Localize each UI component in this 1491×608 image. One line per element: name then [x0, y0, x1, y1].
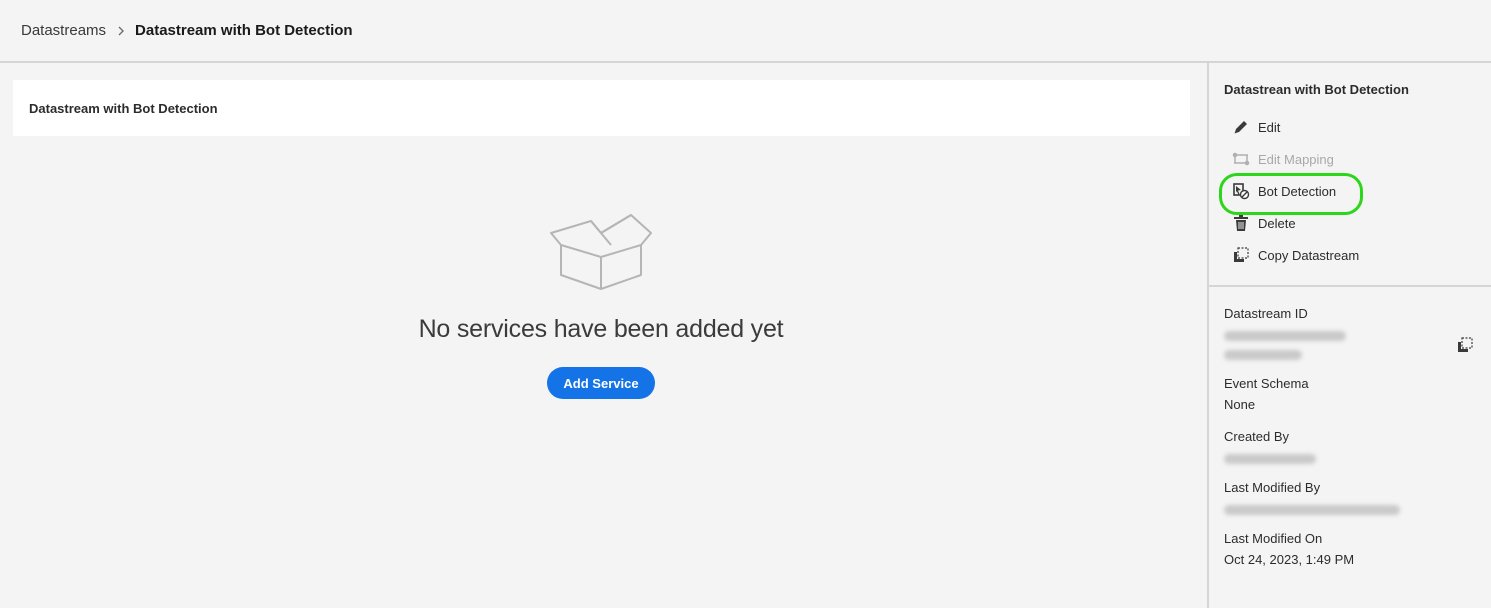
created-by-value-redacted: [1224, 454, 1316, 464]
datastream-id-label: Datastream ID: [1224, 306, 1308, 321]
bot-detection-label: Bot Detection: [1258, 183, 1337, 199]
mapping-icon: [1232, 150, 1250, 168]
header-bar: Datastreams Datastream with Bot Detectio…: [0, 0, 1491, 63]
bot-detection-action[interactable]: Bot Detection: [1219, 173, 1491, 215]
empty-state: No services have been added yet Add Serv…: [401, 213, 801, 399]
created-by-label: Created By: [1224, 429, 1290, 444]
last-modified-by-label: Last Modified By: [1224, 480, 1321, 495]
trash-icon: [1232, 214, 1250, 232]
edit-action-label: Edit: [1258, 119, 1281, 135]
delete-action[interactable]: Delete: [1224, 207, 1491, 239]
card-title: Datastream with Bot Detection: [29, 100, 218, 116]
empty-box-icon: [550, 214, 652, 290]
details-rail: Datastrean with Bot Detection Edit Edit …: [1207, 63, 1491, 608]
datastream-id-field: Datastream ID: [1224, 306, 1491, 360]
last-modified-on-label: Last Modified On: [1224, 531, 1323, 546]
event-schema-label: Event Schema: [1224, 376, 1309, 391]
event-schema-field: Event Schema None: [1224, 376, 1491, 413]
chevron-right-icon: [117, 26, 125, 36]
last-modified-on-field: Last Modified On Oct 24, 2023, 1:49 PM: [1224, 531, 1491, 568]
edit-action[interactable]: Edit: [1224, 111, 1491, 143]
breadcrumb-datastreams[interactable]: Datastreams: [21, 22, 106, 39]
created-by-field: Created By: [1224, 429, 1491, 464]
main-content: Datastream with Bot Detection No service…: [0, 63, 1207, 608]
last-modified-by-field: Last Modified By: [1224, 480, 1491, 515]
edit-mapping-label: Edit Mapping: [1258, 151, 1334, 167]
copy-datastream-action[interactable]: Copy Datastream: [1224, 239, 1491, 271]
pencil-icon: [1232, 118, 1250, 136]
event-schema-value: None: [1224, 397, 1256, 412]
copy-id-icon[interactable]: [1456, 336, 1474, 354]
bot-detection-icon: [1232, 182, 1250, 200]
datastream-title-card: Datastream with Bot Detection: [13, 80, 1190, 136]
add-service-button[interactable]: Add Service: [547, 367, 655, 399]
details-panel: Datastream ID Event Schema None Created …: [1209, 287, 1491, 568]
empty-state-message: No services have been added yet: [418, 315, 784, 343]
last-modified-on-value: Oct 24, 2023, 1:49 PM: [1224, 552, 1355, 567]
rail-heading: Datastrean with Bot Detection: [1224, 82, 1409, 97]
delete-label: Delete: [1258, 215, 1296, 231]
actions-panel: Datastrean with Bot Detection Edit Edit …: [1209, 63, 1491, 287]
last-modified-by-value-redacted: [1224, 505, 1400, 515]
datastream-id-value-redacted-2: [1224, 350, 1302, 360]
copy-icon: [1232, 246, 1250, 264]
datastream-id-value-redacted: [1224, 331, 1346, 341]
edit-mapping-action[interactable]: Edit Mapping: [1224, 143, 1491, 175]
page-title: Datastream with Bot Detection: [135, 22, 353, 39]
copy-datastream-label: Copy Datastream: [1258, 247, 1360, 263]
